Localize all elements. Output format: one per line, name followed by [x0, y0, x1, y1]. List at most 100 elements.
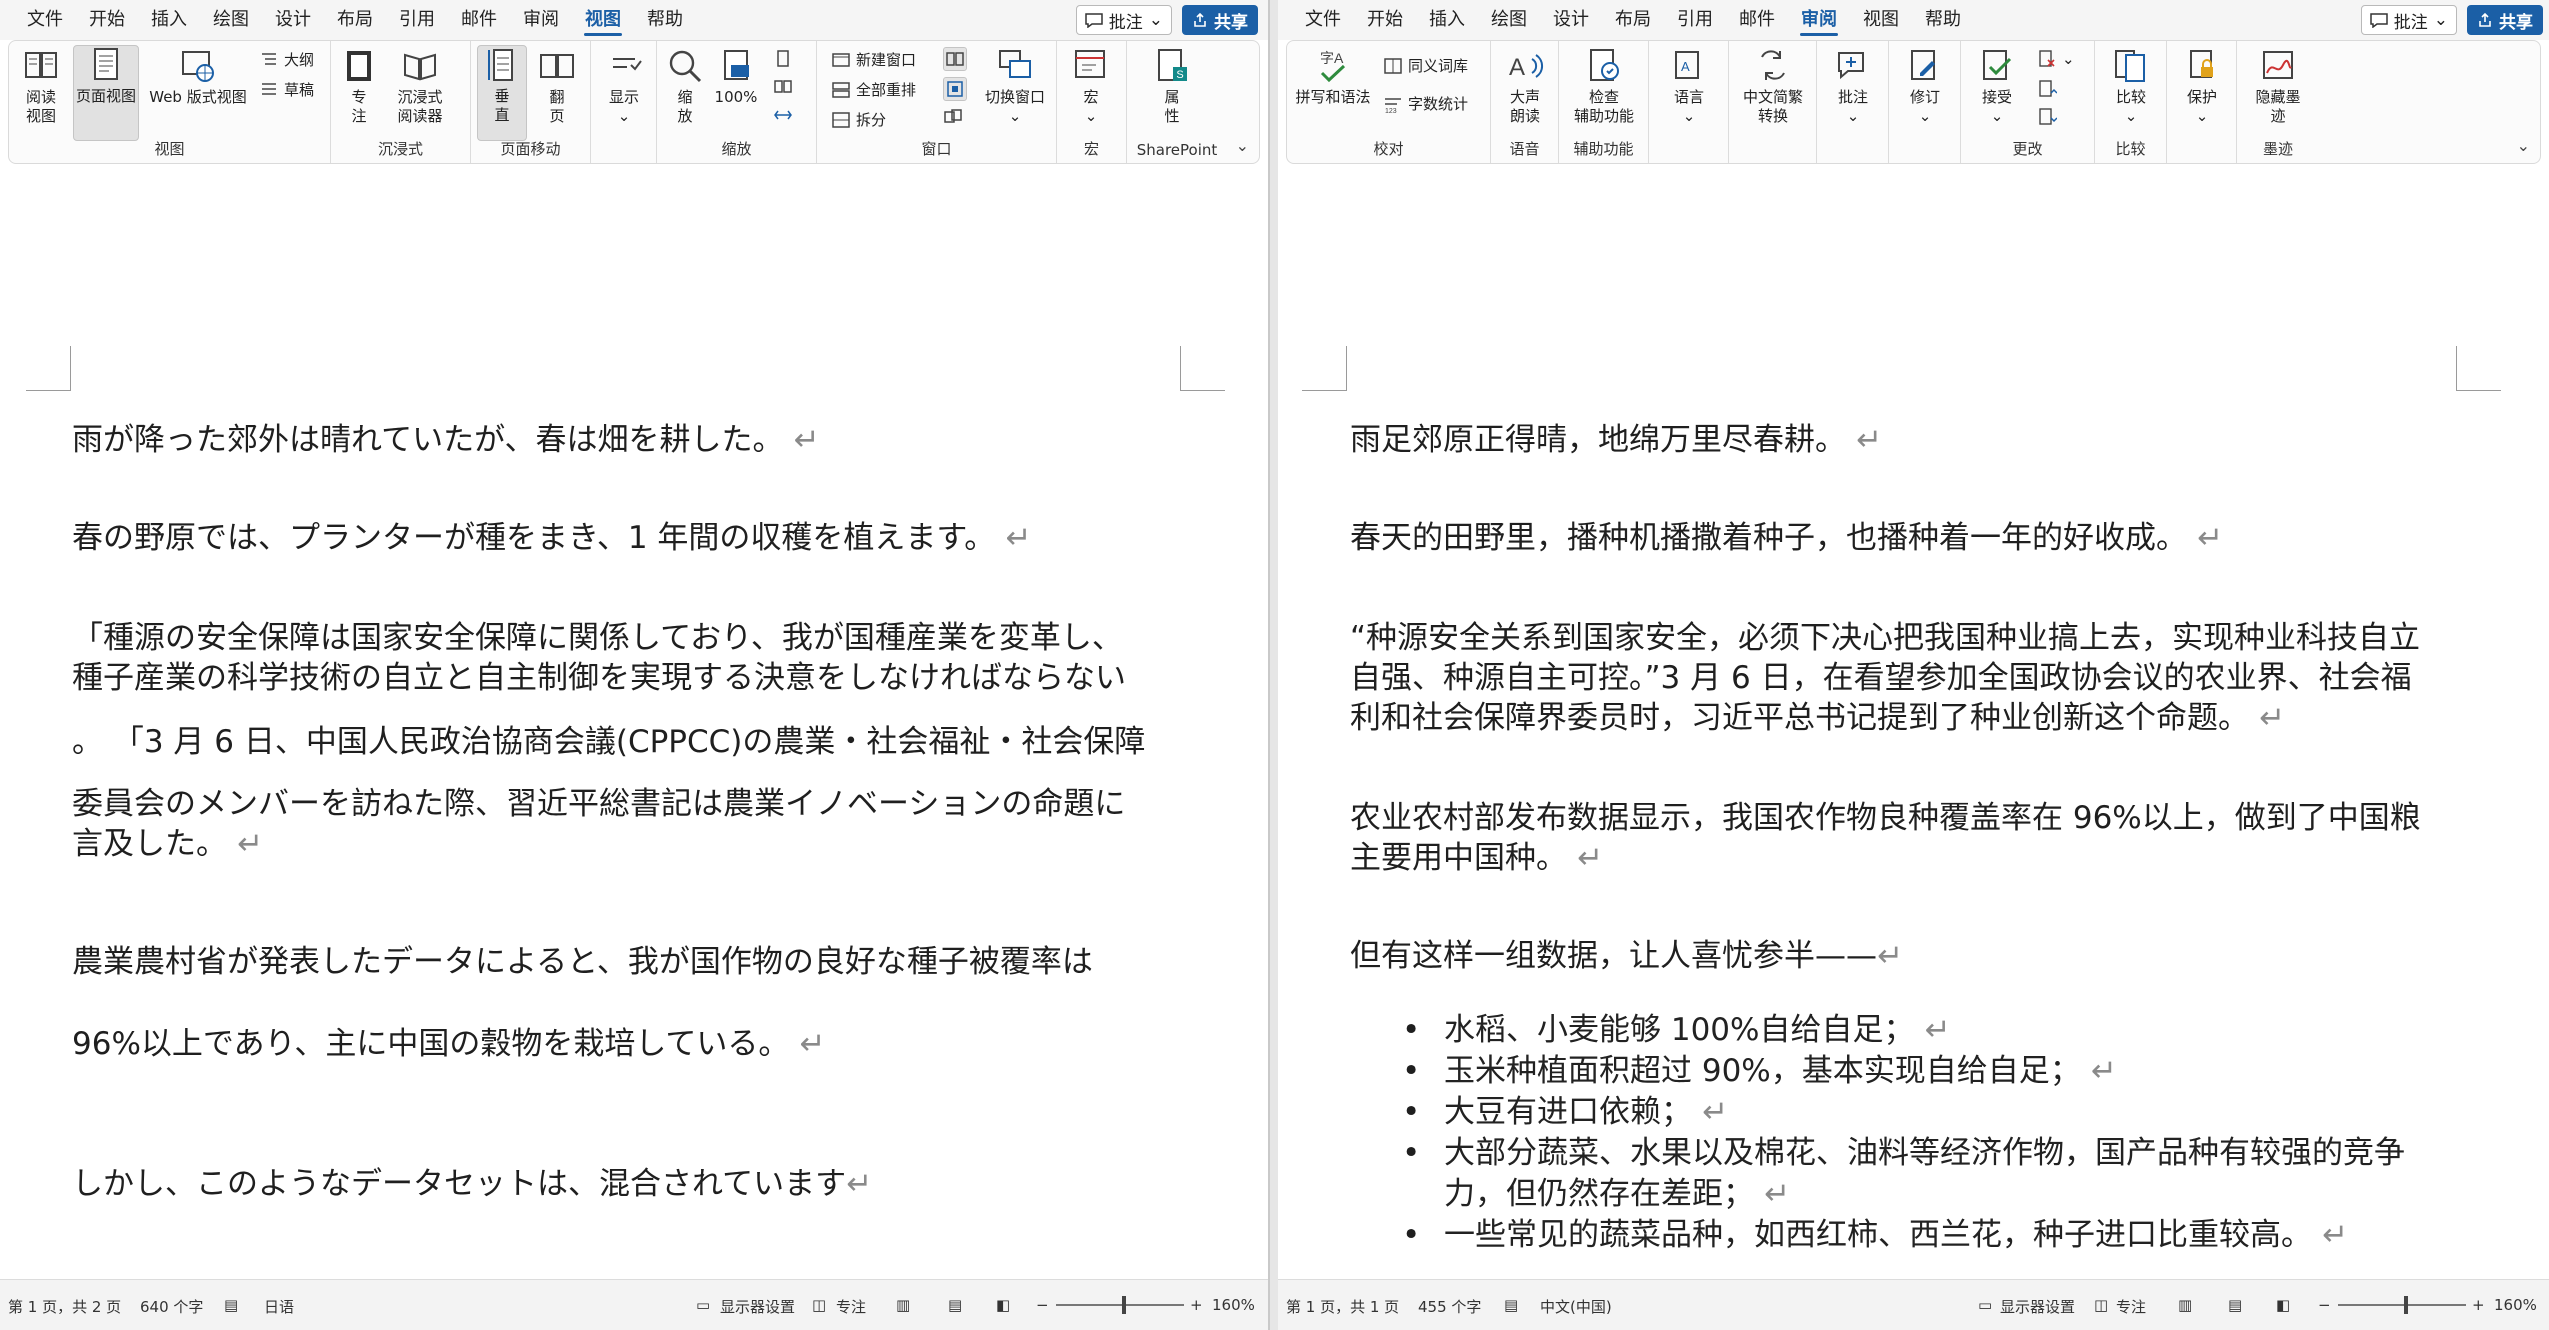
zoom-slider[interactable] [2338, 1304, 2466, 1306]
show-button[interactable]: 显示 ⌄ [599, 47, 649, 126]
protect-button[interactable]: 保护 ⌄ [2177, 47, 2227, 126]
comments-ribbon-button[interactable]: 批注 ⌄ [1827, 47, 1879, 126]
document-page[interactable]: 雨が降った郊外は晴れていたが、春は畑を耕した。 ↵ 春の野原では、プランターが種を… [0, 196, 1268, 1280]
tab-4[interactable]: 设计 [262, 0, 324, 40]
display-settings-icon[interactable]: ▭ [696, 1296, 710, 1314]
web-layout-button[interactable]: Web 版式视图 [143, 47, 253, 107]
one-page-button[interactable] [773, 49, 793, 69]
comments-button[interactable]: 批注 ⌄ [1075, 5, 1172, 35]
print-layout-button[interactable]: 页面视图 [73, 45, 139, 141]
focus-mode-label[interactable]: 专注 [2116, 1296, 2146, 1317]
zoom-in-button[interactable]: + [2472, 1296, 2485, 1314]
read-view-button[interactable]: 阅读 视图 [15, 47, 67, 126]
tab-3[interactable]: 绘图 [200, 0, 262, 40]
collapse-ribbon-icon[interactable]: ⌄ [1236, 136, 1249, 155]
tab-8[interactable]: 审阅 [1788, 0, 1850, 40]
macros-button[interactable]: 宏 ⌄ [1067, 47, 1115, 126]
read-aloud-button[interactable]: A 大声 朗读 [1499, 47, 1551, 126]
display-settings-icon[interactable]: ▭ [1978, 1296, 1992, 1314]
reset-window-position-button[interactable] [943, 107, 963, 127]
proofing-icon[interactable]: ▤ [1504, 1296, 1518, 1314]
zoom-button[interactable]: 缩 放 [663, 47, 707, 126]
split-button[interactable]: 拆分 [831, 109, 886, 130]
outline-button[interactable]: 大纲 [259, 49, 314, 70]
zoom-in-button[interactable]: + [1190, 1296, 1203, 1314]
tab-6[interactable]: 引用 [1664, 0, 1726, 40]
word-count-button[interactable]: 123 字数统计 [1383, 93, 1468, 114]
reject-button[interactable]: ⌄ [2037, 49, 2075, 69]
arrange-all-button[interactable]: 全部重排 [831, 79, 916, 100]
focus-button[interactable]: 专 注 [339, 47, 379, 126]
vertical-button[interactable]: 垂 直 [477, 45, 527, 141]
print-layout-status-icon[interactable]: ▤ [948, 1296, 962, 1314]
print-layout-status-icon[interactable]: ▤ [2228, 1296, 2242, 1314]
zoom-100-button[interactable]: 100% [711, 47, 761, 107]
side-to-side-button[interactable]: 翻 页 [533, 47, 581, 126]
zoom-level[interactable]: 160% [1212, 1296, 1255, 1314]
immersive-reader-button[interactable]: 沉浸式 阅读器 [385, 47, 455, 126]
language-indicator[interactable]: 日语 [264, 1296, 294, 1317]
zoom-slider-handle[interactable] [2404, 1296, 2408, 1314]
spelling-grammar-button[interactable]: 字A 拼写和语法 [1293, 47, 1373, 107]
share-button[interactable]: 共享 [2467, 5, 2543, 35]
tab-0[interactable]: 文件 [1292, 0, 1354, 40]
view-side-by-side-button[interactable] [943, 47, 967, 71]
tab-5[interactable]: 布局 [1602, 0, 1664, 40]
tab-1[interactable]: 开始 [76, 0, 138, 40]
tab-10[interactable]: 帮助 [634, 0, 696, 40]
tab-4[interactable]: 设计 [1540, 0, 1602, 40]
page-count[interactable]: 第 1 页，共 1 页 [1286, 1296, 1399, 1317]
compare-button[interactable]: 比较 ⌄ [2105, 47, 2157, 126]
thesaurus-button[interactable]: 同义词库 [1383, 55, 1468, 76]
tab-1[interactable]: 开始 [1354, 0, 1416, 40]
check-accessibility-button[interactable]: 检查 辅助功能 [1563, 47, 1645, 126]
proofing-icon[interactable]: ▤ [224, 1296, 238, 1314]
web-layout-status-icon[interactable]: ◧ [2276, 1296, 2290, 1314]
tab-8[interactable]: 审阅 [510, 0, 572, 40]
tab-2[interactable]: 插入 [1416, 0, 1478, 40]
tab-2[interactable]: 插入 [138, 0, 200, 40]
zoom-slider[interactable] [1056, 1304, 1184, 1306]
display-settings-label[interactable]: 显示器设置 [720, 1296, 795, 1317]
comments-button[interactable]: 批注 ⌄ [2360, 5, 2457, 35]
zoom-level[interactable]: 160% [2494, 1296, 2537, 1314]
tab-9[interactable]: 视图 [1850, 0, 1912, 40]
web-layout-status-icon[interactable]: ◧ [996, 1296, 1010, 1314]
chinese-conversion-button[interactable]: 中文简繁 转换 [1733, 47, 1813, 126]
accept-button[interactable]: 接受 ⌄ [1969, 47, 2025, 126]
tab-7[interactable]: 邮件 [448, 0, 510, 40]
focus-mode-icon[interactable]: ◫ [812, 1296, 826, 1314]
new-window-button[interactable]: 新建窗口 [831, 49, 916, 70]
tab-10[interactable]: 帮助 [1912, 0, 1974, 40]
page-count[interactable]: 第 1 页，共 2 页 [8, 1296, 121, 1317]
multiple-pages-button[interactable] [773, 77, 793, 97]
collapse-ribbon-icon[interactable]: ⌄ [2517, 136, 2530, 155]
track-changes-button[interactable]: 修订 ⌄ [1899, 47, 1951, 126]
tab-9[interactable]: 视图 [572, 0, 634, 40]
next-change-button[interactable] [2037, 107, 2057, 127]
tab-0[interactable]: 文件 [14, 0, 76, 40]
synchronous-scrolling-button[interactable] [943, 77, 967, 101]
tab-3[interactable]: 绘图 [1478, 0, 1540, 40]
page-width-button[interactable] [773, 105, 793, 125]
hide-ink-button[interactable]: 隐藏墨 迹 [2243, 47, 2313, 126]
document-page[interactable]: 雨足郊原正得晴，地绵万里尽春耕。 ↵ 春天的田野里，播种机播撒着种子，也播种着一年… [1278, 196, 2549, 1280]
draft-button[interactable]: 草稿 [259, 79, 314, 100]
previous-change-button[interactable] [2037, 79, 2057, 99]
read-mode-icon[interactable]: ▥ [896, 1296, 910, 1314]
share-button[interactable]: 共享 [1182, 5, 1258, 35]
tab-5[interactable]: 布局 [324, 0, 386, 40]
zoom-slider-handle[interactable] [1122, 1296, 1126, 1314]
word-count[interactable]: 640 个字 [140, 1296, 203, 1317]
tab-6[interactable]: 引用 [386, 0, 448, 40]
language-button[interactable]: A 语言 ⌄ [1663, 47, 1715, 126]
zoom-out-button[interactable]: − [2318, 1296, 2331, 1314]
switch-windows-button[interactable]: 切换窗口 ⌄ [979, 47, 1051, 126]
display-settings-label[interactable]: 显示器设置 [2000, 1296, 2075, 1317]
properties-button[interactable]: S 属 性 [1147, 47, 1197, 126]
read-mode-icon[interactable]: ▥ [2178, 1296, 2192, 1314]
zoom-out-button[interactable]: − [1036, 1296, 1049, 1314]
word-count[interactable]: 455 个字 [1418, 1296, 1481, 1317]
tab-7[interactable]: 邮件 [1726, 0, 1788, 40]
focus-mode-icon[interactable]: ◫ [2094, 1296, 2108, 1314]
